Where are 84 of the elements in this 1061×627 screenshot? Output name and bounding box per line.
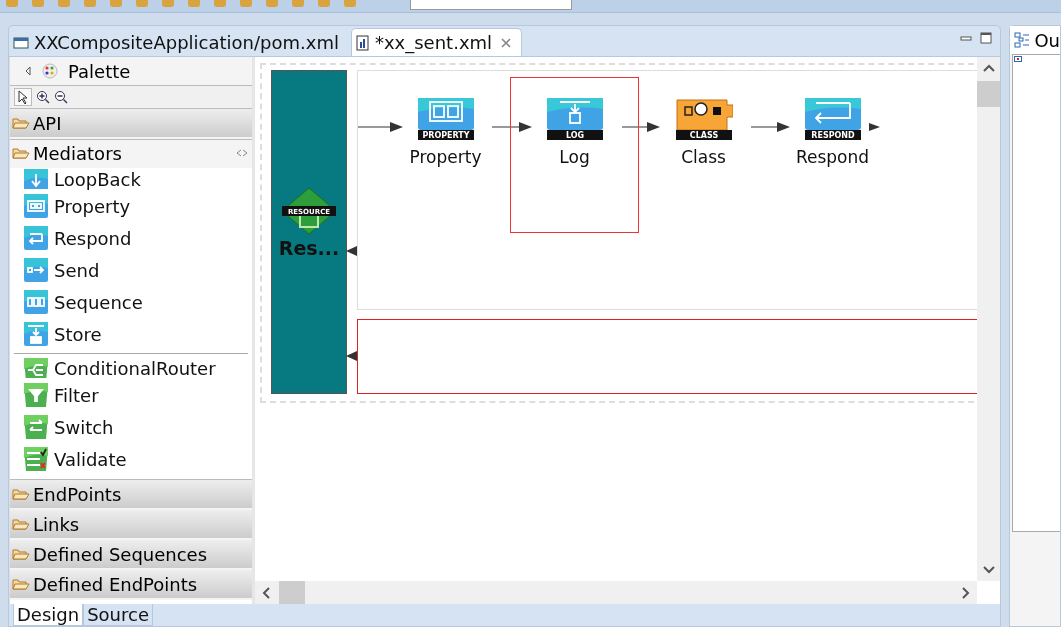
scroll-down-icon[interactable]	[981, 565, 996, 575]
palette-item[interactable]: LoopBack	[14, 168, 248, 190]
arrow-head	[869, 123, 880, 131]
toolbar-icon[interactable]	[162, 0, 174, 7]
send-icon	[24, 258, 48, 282]
outline-icon	[1014, 32, 1031, 48]
select-tool-icon[interactable]	[14, 88, 32, 106]
scroll-thumb[interactable]	[279, 581, 305, 604]
palette-group[interactable]: API	[10, 109, 252, 139]
palette-item[interactable]: Switch	[14, 411, 248, 443]
flow-arrow	[621, 122, 660, 132]
flow-arrow	[491, 122, 532, 132]
palette-group[interactable]: EndPoints	[10, 480, 252, 510]
palette-item[interactable]: Filter	[14, 379, 248, 411]
resource-label: Res...	[278, 237, 340, 259]
toolbar-icon[interactable]	[58, 0, 70, 7]
folder-icon	[12, 488, 30, 500]
file-icon	[355, 34, 370, 51]
toolbar-icon[interactable]	[266, 0, 278, 7]
filter-icon	[24, 383, 48, 407]
palette-group[interactable]: Links	[10, 510, 252, 540]
toolbar-icon[interactable]	[84, 0, 96, 7]
pin-icon[interactable]	[236, 149, 248, 157]
toolbar-icon[interactable]	[318, 0, 330, 7]
flow-arrow	[750, 122, 790, 132]
outline-tab[interactable]: Ou	[1010, 26, 1060, 54]
switch-icon	[24, 415, 48, 439]
editor-mode-tab[interactable]: Source	[83, 604, 153, 626]
folder-icon	[12, 518, 30, 530]
scroll-thumb[interactable]	[977, 81, 1001, 107]
toolbar-icon[interactable]	[136, 0, 148, 7]
toolbar-icon[interactable]	[6, 0, 18, 7]
toolbar-icon[interactable]	[110, 0, 122, 7]
window-icon	[13, 35, 29, 50]
validate-icon	[24, 447, 48, 471]
toolbar-icon[interactable]	[240, 0, 252, 7]
close-icon[interactable]	[501, 37, 512, 48]
palette-item[interactable]: Store	[14, 318, 248, 350]
mediator-node[interactable]: PROPERTY Property	[381, 77, 510, 233]
arrow-head	[346, 246, 357, 256]
router-icon	[24, 358, 48, 378]
palette-group[interactable]: Mediators	[10, 139, 252, 168]
property-icon	[24, 194, 48, 218]
collapse-arrow-icon[interactable]	[24, 66, 32, 76]
toolbar-icon[interactable]	[32, 0, 44, 7]
palette-group[interactable]: Defined Sequences	[10, 540, 252, 570]
zoom-combo[interactable]	[410, 0, 572, 10]
folder-icon	[12, 117, 30, 129]
editor-mode-tab[interactable]: Design	[13, 604, 84, 626]
arrow-head	[346, 351, 357, 361]
scroll-right-icon[interactable]	[961, 585, 972, 600]
flow-arrow	[357, 122, 403, 132]
palette-item[interactable]: Sequence	[14, 286, 248, 318]
editor-tab[interactable]: XXCompositeApplication/pom.xml	[9, 29, 349, 56]
palette-group[interactable]: Defined EndPoints	[10, 570, 252, 600]
toolbar-icon[interactable]	[344, 0, 356, 7]
fault-sequence-lane[interactable]	[357, 319, 978, 394]
toolbar-icon[interactable]	[188, 0, 200, 7]
editor-tab[interactable]: *xx_sent.xml	[350, 28, 523, 56]
palette-item[interactable]: Respond	[14, 222, 248, 254]
maximize-icon[interactable]	[980, 32, 993, 44]
toolbar-icon[interactable]	[292, 0, 304, 7]
horizontal-scrollbar[interactable]	[255, 581, 978, 604]
zoom-out-icon[interactable]	[54, 90, 68, 104]
store-icon	[24, 322, 48, 346]
mediator-node[interactable]: CLASS Class	[639, 77, 768, 233]
scroll-up-icon[interactable]	[981, 63, 996, 73]
folder-icon	[12, 548, 30, 560]
toolbar-icon[interactable]	[214, 0, 226, 7]
sequence-icon	[24, 290, 48, 314]
palette-item[interactable]: Validate	[14, 443, 248, 475]
mediator-node[interactable]: RESPOND Respond	[768, 77, 897, 233]
mediator-node[interactable]: LOG Log	[510, 77, 639, 233]
scroll-left-icon[interactable]	[261, 585, 271, 600]
palette-icon	[42, 63, 58, 79]
palette-item[interactable]: Send	[14, 254, 248, 286]
vertical-scrollbar[interactable]	[977, 57, 1001, 581]
folder-icon	[12, 147, 30, 159]
palette-item[interactable]: ConditionalRouter	[14, 357, 248, 379]
zoom-in-icon[interactable]	[36, 90, 50, 104]
folder-icon	[12, 578, 30, 590]
palette-title: Palette	[68, 60, 131, 82]
palette-item[interactable]: Property	[14, 190, 248, 222]
respond-icon	[24, 226, 48, 250]
